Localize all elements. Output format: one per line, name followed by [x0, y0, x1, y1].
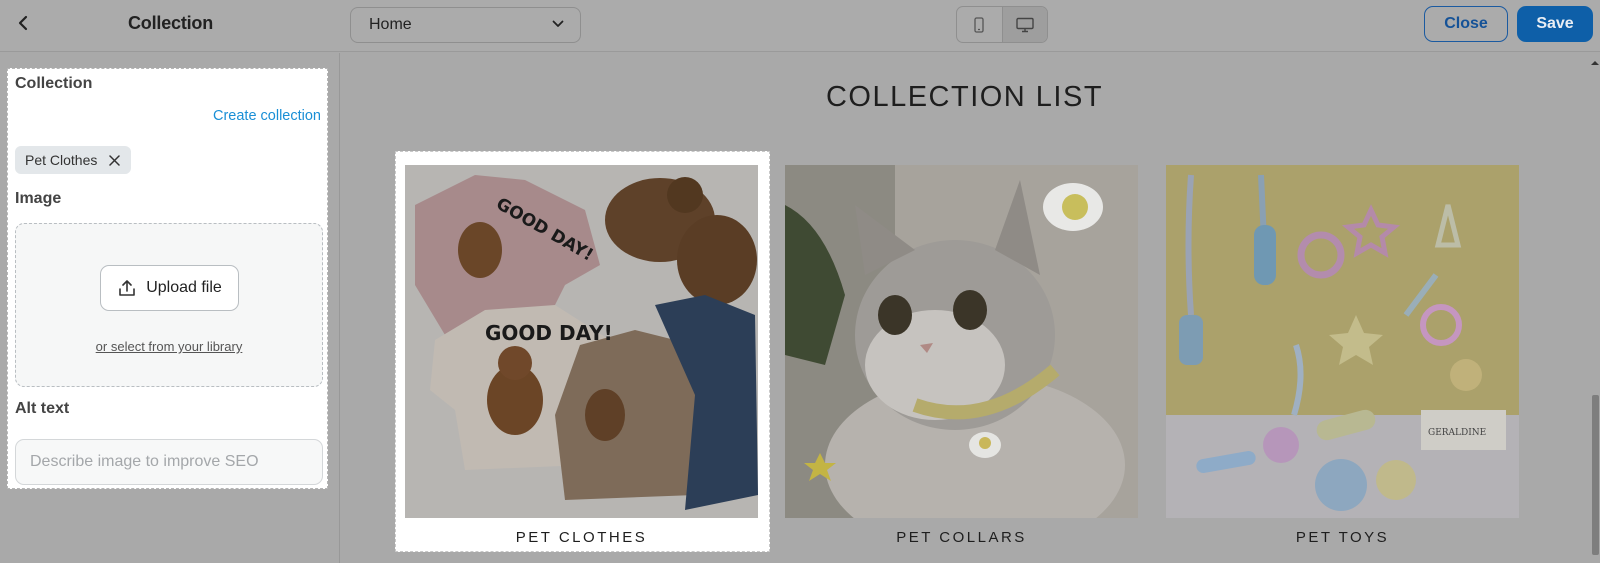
chevron-left-icon	[18, 15, 28, 31]
page-select[interactable]: Home	[350, 7, 581, 43]
select-from-library-link[interactable]: or select from your library	[16, 339, 322, 354]
desktop-view-button[interactable]	[1001, 7, 1047, 42]
image-heading: Image	[15, 190, 62, 207]
tag-label: Pet Clothes	[25, 152, 98, 168]
save-button[interactable]: Save	[1517, 6, 1593, 42]
image-dropzone[interactable]: Upload file or select from your library	[15, 223, 323, 387]
mobile-icon	[974, 16, 984, 33]
svg-text:GERALDINE: GERALDINE	[1428, 428, 1486, 438]
scroll-up-arrow-icon[interactable]	[1590, 58, 1600, 68]
pet-clothes-image: GOOD DAY! GOOD DAY!	[405, 165, 758, 518]
chevron-down-icon	[552, 20, 564, 27]
svg-text:GOOD DAY!: GOOD DAY!	[485, 321, 613, 345]
pet-collars-label: PET COLLARS	[896, 529, 1027, 546]
upload-file-button[interactable]: Upload file	[100, 265, 239, 311]
close-icon	[109, 154, 120, 166]
alt-text-input[interactable]	[15, 439, 323, 485]
page-preview: COLLECTION LIST GOOD DAY! GOOD DAY! PET …	[341, 53, 1600, 563]
pet-toys-image: GERALDINE	[1166, 165, 1519, 518]
desktop-icon	[1016, 17, 1034, 32]
pet-toys-label: PET TOYS	[1295, 529, 1390, 546]
selected-collection-tag: Pet Clothes	[15, 146, 132, 174]
top-bar: Collection Home Close Save	[0, 0, 1600, 52]
alt-text-heading: Alt text	[15, 400, 70, 417]
scrollbar-thumb[interactable]	[1592, 395, 1599, 555]
back-button[interactable]	[10, 10, 36, 36]
collection-settings-panel: Collection Create collection Pet Clothes…	[7, 68, 328, 489]
pet-collars-image	[785, 165, 1138, 518]
close-button[interactable]: Close	[1424, 6, 1508, 42]
create-collection-link[interactable]: Create collection	[213, 108, 321, 124]
remove-tag-button[interactable]	[107, 153, 121, 167]
collection-heading: Collection	[15, 75, 93, 92]
collection-list-title: COLLECTION LIST	[825, 81, 1104, 113]
upload-icon	[119, 280, 135, 296]
mobile-view-button[interactable]	[957, 7, 1002, 42]
editor-title: Collection	[128, 13, 214, 33]
pet-clothes-label: PET CLOTHES	[515, 529, 648, 546]
device-toggle	[956, 6, 1048, 43]
page-select-value: Home	[369, 16, 412, 33]
upload-file-label: Upload file	[146, 279, 222, 296]
